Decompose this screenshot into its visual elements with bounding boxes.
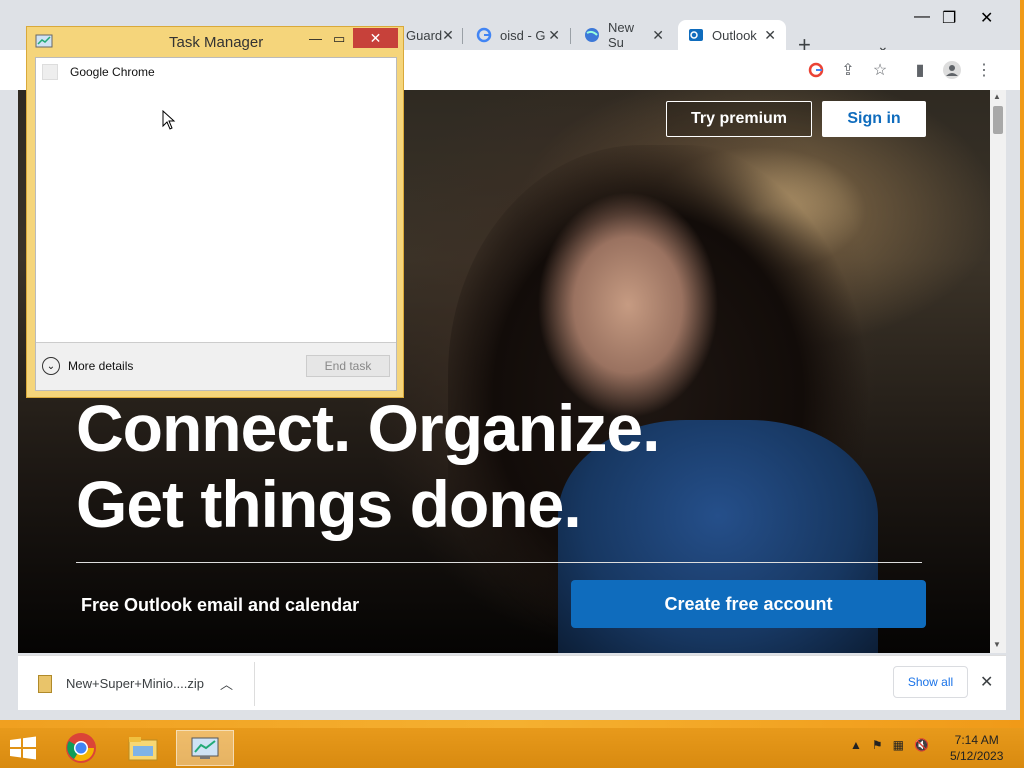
process-row[interactable]: Google Chrome — [42, 64, 155, 80]
google-lens-icon[interactable] — [806, 60, 826, 80]
zip-file-icon — [38, 674, 52, 693]
hero-headline: Connect. Organize. Get things done. — [76, 390, 660, 542]
download-item[interactable]: New+Super+Minio....zip ︿ — [38, 674, 233, 693]
download-bar-close-icon[interactable]: ✕ — [980, 672, 993, 692]
tab-label: Outlook — [712, 27, 757, 43]
bookmark-star-icon[interactable]: ☆ — [870, 60, 890, 80]
hero-subtext: Free Outlook email and calendar — [81, 595, 360, 615]
minimize-button[interactable]: — — [914, 8, 930, 26]
chrome-icon — [66, 733, 96, 763]
show-all-button[interactable]: Show all — [893, 666, 968, 698]
headline-line-1: Connect. Organize. — [76, 391, 660, 465]
network-icon[interactable]: ▦ — [893, 738, 904, 752]
create-free-account-button[interactable]: Create free account — [571, 580, 926, 628]
more-details-button[interactable]: ⌄ More details — [42, 357, 133, 375]
end-task-button[interactable]: End task — [306, 355, 390, 377]
tab-label: Guard — [406, 27, 443, 43]
task-manager-icon — [191, 737, 219, 759]
tm-close-button[interactable]: ✕ — [353, 28, 398, 48]
google-icon — [476, 27, 492, 43]
scrollbar-thumb[interactable] — [993, 106, 1003, 134]
tab-new-super[interactable]: New Su ✕ — [574, 20, 674, 50]
tab-close-icon[interactable]: ✕ — [652, 27, 664, 44]
show-hidden-icons-icon[interactable]: ▲ — [850, 738, 862, 752]
chrome-process-icon — [42, 64, 58, 80]
side-panel-icon[interactable]: ▮ — [910, 60, 930, 80]
start-button[interactable] — [8, 736, 38, 760]
download-bar: New+Super+Minio....zip ︿ Show all ✕ — [18, 655, 1006, 710]
folder-icon — [128, 737, 158, 761]
task-manager-window: Task Manager — ▭ ✕ Google Chrome ⌄ More … — [26, 26, 404, 398]
process-name: Google Chrome — [70, 65, 155, 79]
chevron-down-circle-icon: ⌄ — [42, 357, 60, 375]
action-center-flag-icon[interactable]: ⚑ — [872, 738, 883, 752]
maximize-button[interactable]: ❐ — [942, 8, 956, 28]
tab-guard[interactable]: Guard ✕ — [396, 20, 462, 50]
share-icon[interactable]: ⇪ — [838, 60, 858, 80]
hero-divider — [76, 562, 922, 563]
clock-time: 7:14 AM — [954, 733, 999, 747]
tm-maximize-button[interactable]: ▭ — [333, 31, 345, 47]
tab-label: New Su — [608, 20, 635, 50]
taskbar-task-manager[interactable] — [176, 730, 234, 766]
taskbar: ▲ ⚑ ▦ 🔇 7:14 AM 5/12/2023 — [0, 728, 1024, 768]
more-details-label: More details — [68, 359, 134, 373]
taskbar-chrome[interactable] — [52, 730, 110, 766]
tab-close-icon[interactable]: ✕ — [764, 27, 776, 44]
page-scrollbar[interactable]: ▲ ▼ — [990, 90, 1006, 653]
try-premium-button[interactable]: Try premium — [666, 101, 812, 137]
tab-label: oisd - G — [500, 27, 546, 43]
tab-separator — [570, 28, 571, 44]
task-manager-app-icon — [35, 33, 53, 49]
system-tray: ▲ ⚑ ▦ 🔇 — [850, 738, 929, 752]
volume-muted-icon[interactable]: 🔇 — [914, 738, 929, 752]
tab-outlook[interactable]: Outlook ✕ — [678, 20, 786, 50]
close-button[interactable]: ✕ — [980, 8, 993, 28]
globe-icon — [584, 27, 600, 43]
tab-close-icon[interactable]: ✕ — [548, 27, 560, 44]
headline-line-2: Get things done. — [76, 467, 582, 541]
task-manager-process-list: Google Chrome ⌄ More details End task — [35, 57, 397, 391]
scroll-down-arrow-icon[interactable]: ▼ — [993, 640, 1001, 649]
task-manager-footer: ⌄ More details End task — [36, 342, 396, 390]
chevron-up-icon[interactable]: ︿ — [220, 674, 233, 693]
outlook-icon — [688, 27, 704, 43]
tm-minimize-button[interactable]: — — [309, 31, 322, 46]
scroll-up-arrow-icon[interactable]: ▲ — [993, 92, 1001, 101]
download-separator — [254, 662, 255, 706]
profile-avatar-icon[interactable] — [942, 60, 962, 80]
clock[interactable]: 7:14 AM 5/12/2023 — [950, 732, 1003, 764]
menu-kebab-icon[interactable]: ⋮ — [974, 60, 994, 80]
task-manager-title: Task Manager — [169, 34, 264, 51]
mouse-cursor-icon — [162, 109, 176, 135]
windows-logo-icon — [10, 736, 36, 760]
taskbar-file-explorer[interactable] — [114, 730, 172, 766]
tab-close-icon[interactable]: ✕ — [442, 27, 454, 44]
tab-separator — [462, 28, 463, 44]
clock-date: 5/12/2023 — [950, 749, 1004, 763]
task-manager-titlebar[interactable]: Task Manager — ▭ ✕ — [27, 27, 403, 57]
download-filename: New+Super+Minio....zip — [66, 676, 205, 691]
sign-in-button[interactable]: Sign in — [822, 101, 926, 137]
tab-oisd[interactable]: oisd - G ✕ — [466, 20, 570, 50]
